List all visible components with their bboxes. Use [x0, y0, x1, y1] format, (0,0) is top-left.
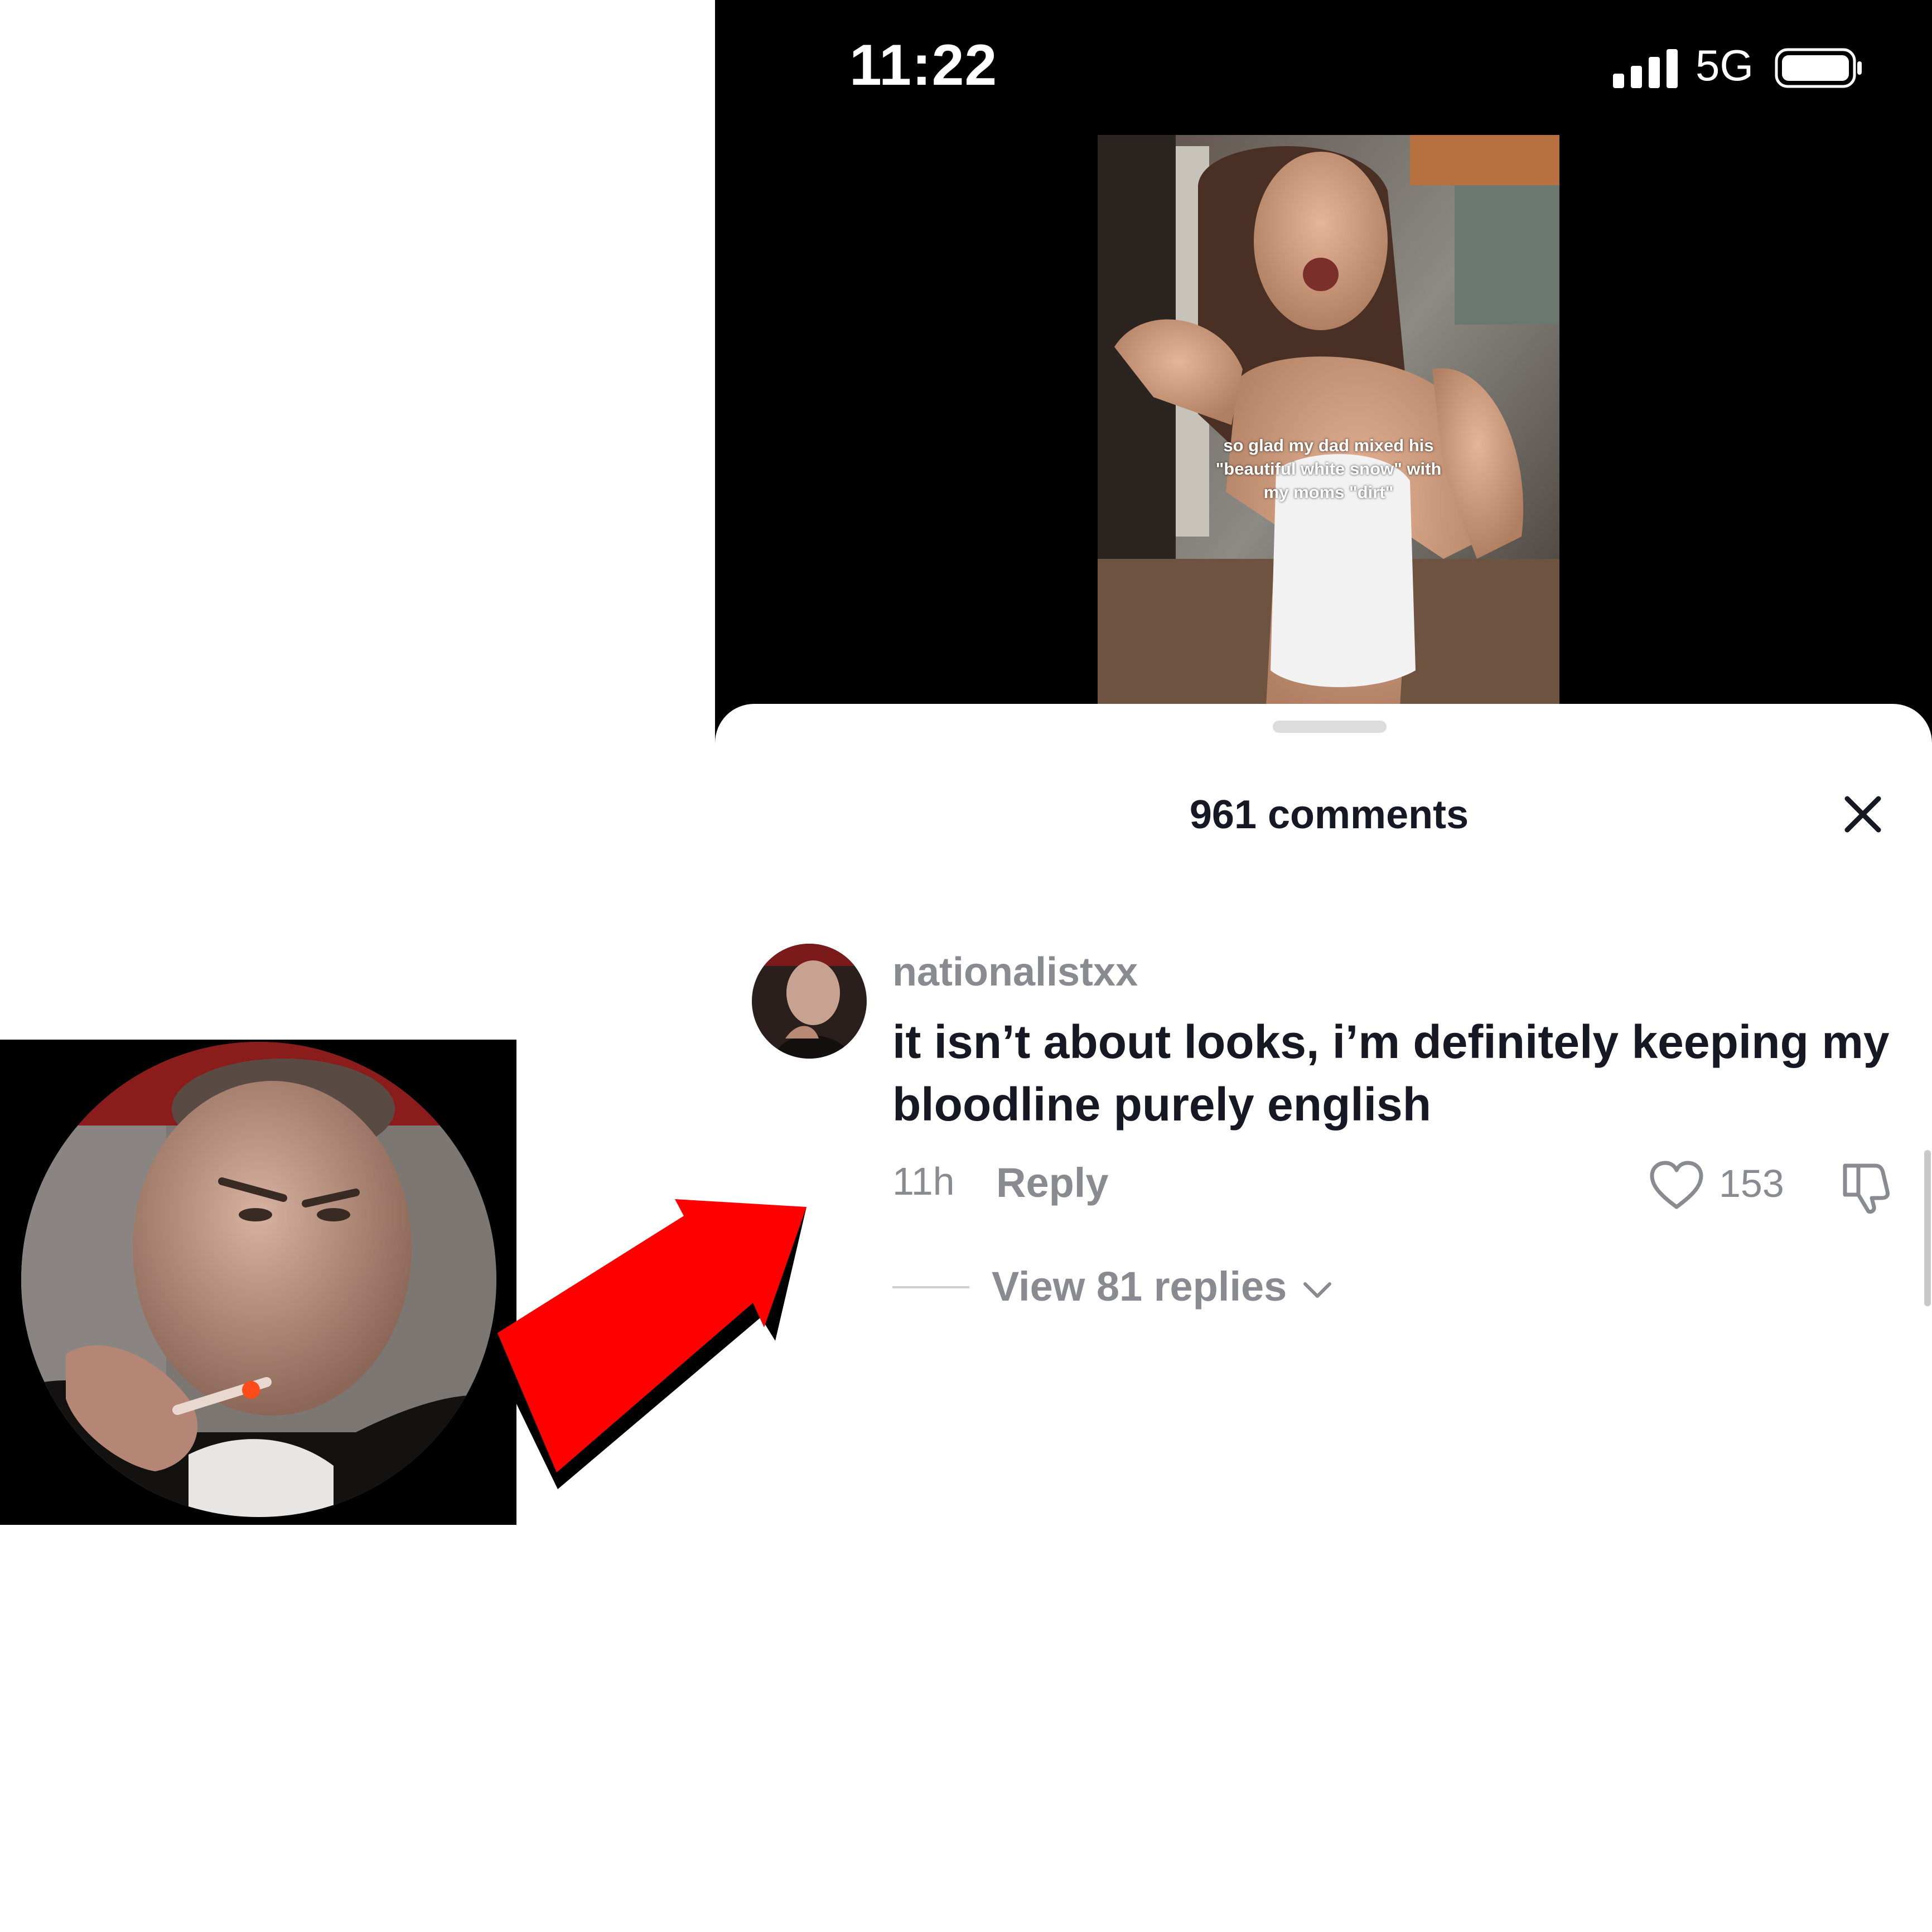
view-replies-label: View 81 replies — [992, 1263, 1287, 1310]
caption-line: my moms "dirt" — [1263, 482, 1394, 502]
chevron-down-icon — [1303, 1282, 1331, 1298]
caption-line: "beautiful white snow" with — [1215, 459, 1442, 479]
battery-icon — [1775, 48, 1862, 88]
signal-strength-icon — [1613, 49, 1678, 88]
comments-count-title: 961 comments — [1189, 793, 1469, 837]
video-caption: so glad my dad mixed his "beautiful whit… — [1098, 434, 1559, 504]
video-frame-image — [1098, 135, 1559, 726]
red-arrow-annotation — [491, 1199, 806, 1489]
avatar-photo — [752, 944, 867, 1059]
zoomed-avatar-photo — [21, 1042, 496, 1517]
close-icon[interactable] — [1835, 786, 1891, 842]
network-type: 5G — [1696, 41, 1754, 90]
thumbs-down-icon[interactable] — [1841, 1160, 1896, 1214]
comment-timestamp: 11h — [892, 1160, 955, 1203]
caption-line: so glad my dad mixed his — [1223, 436, 1434, 455]
reply-button[interactable]: Reply — [996, 1159, 1109, 1206]
video-thumbnail[interactable]: so glad my dad mixed his "beautiful whit… — [1098, 135, 1559, 726]
view-replies-button[interactable]: View 81 replies — [992, 1263, 1333, 1310]
comment-username[interactable]: nationalistxx — [892, 949, 1138, 995]
zoomed-avatar — [21, 1042, 496, 1517]
replies-divider — [892, 1286, 969, 1288]
comment-text: it isn’t about looks, i’m definitely kee… — [892, 1016, 1890, 1131]
avatar[interactable] — [752, 944, 867, 1059]
sheet-drag-handle[interactable] — [1273, 721, 1387, 733]
comments-sheet: 961 comments nationalistxx it isn’t abou… — [715, 704, 1932, 1932]
phone-screen: 11:22 5G so glad my dad mixed his "beaut… — [715, 0, 1932, 781]
scrollbar[interactable] — [1924, 1150, 1931, 1306]
status-time: 11:22 — [849, 33, 998, 98]
like-count: 153 — [1719, 1162, 1784, 1205]
heart-icon[interactable] — [1649, 1160, 1704, 1210]
